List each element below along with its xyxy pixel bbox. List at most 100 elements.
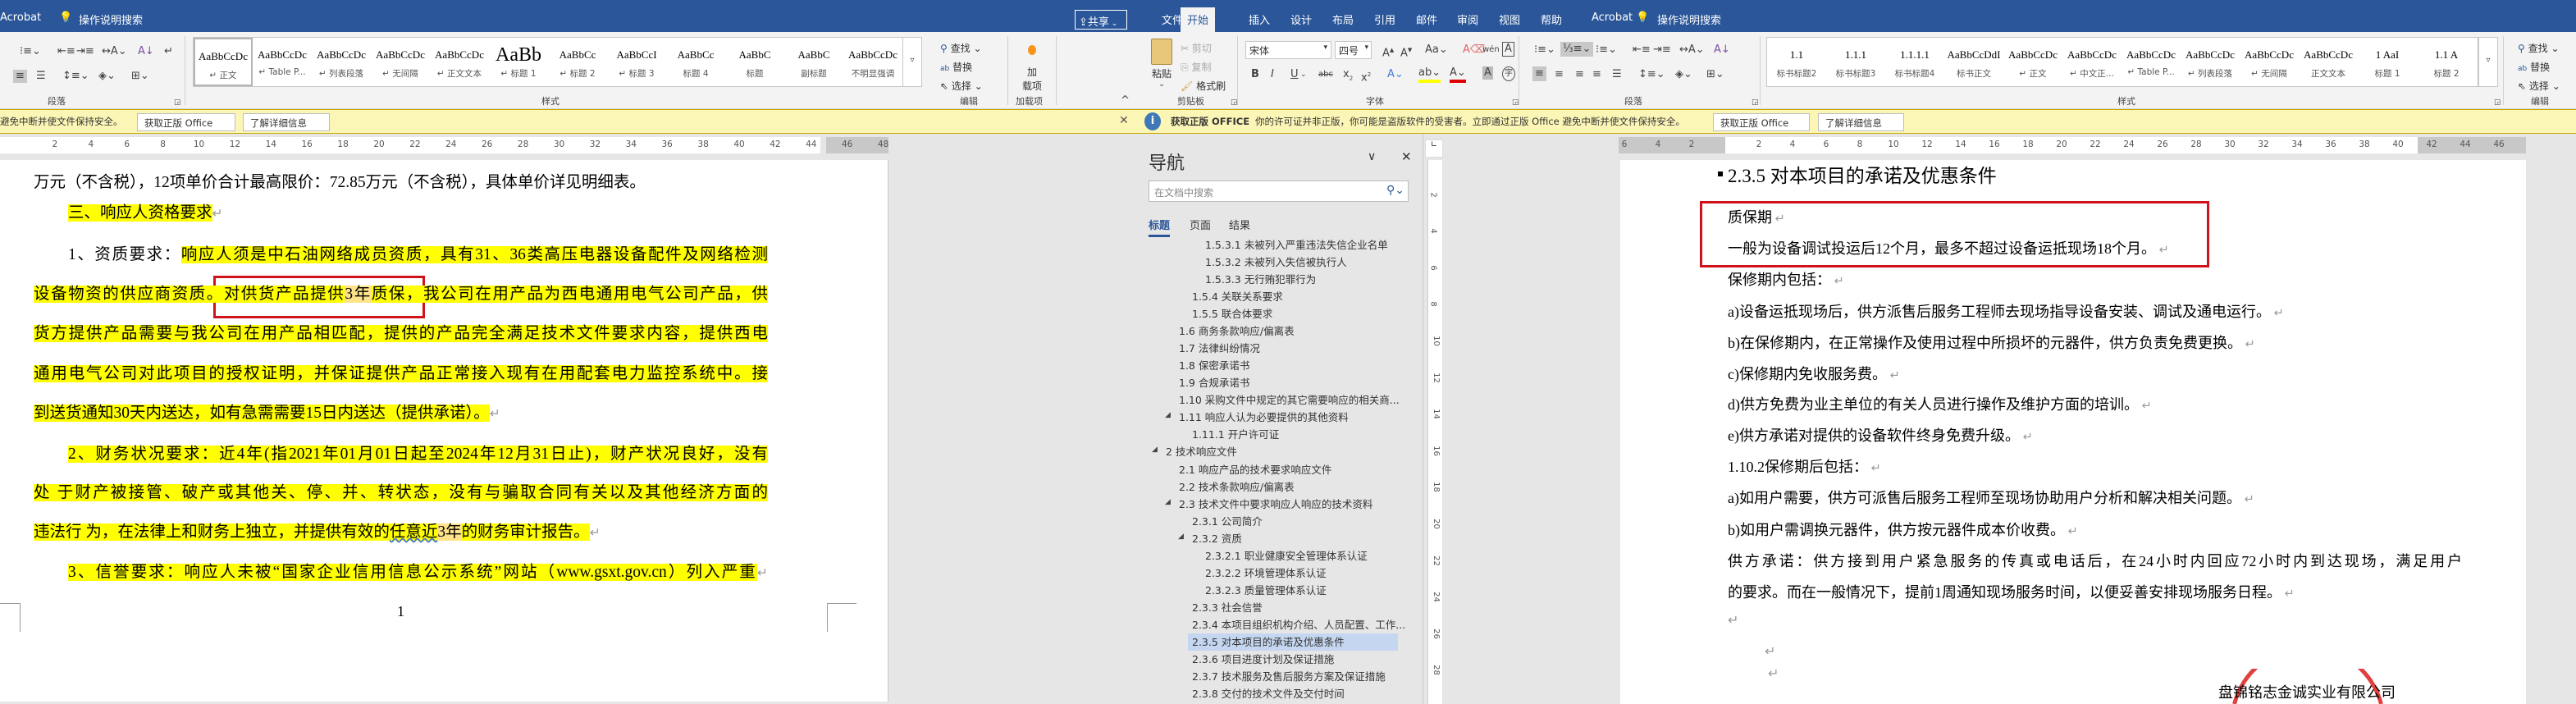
addins-button[interactable]: 加 载项: [1017, 39, 1047, 93]
line-spacing-icon[interactable]: ↕≡⌄: [62, 70, 89, 83]
left-document-page[interactable]: 1 万元（不含税），12项单价合计最高限价：72.85万元（不含税），具体单价详…: [0, 160, 888, 702]
style-item[interactable]: AaBbCcDc ↵ 无间隔: [371, 38, 430, 86]
horizontal-ruler[interactable]: 2 4 6 8 10 12 14 16 18 20 22 24 26 28 30 32 34 36 38 40 42 44…: [0, 135, 888, 155]
pane-options-chevron-icon[interactable]: ∨: [1368, 150, 1376, 163]
nav-heading-item[interactable]: 2.3.2.3 质量管理体系认证: [1205, 583, 1327, 599]
ruler-tab-selector[interactable]: ∟: [1425, 139, 1443, 158]
change-case-icon[interactable]: Aa⌄: [1425, 43, 1448, 57]
nav-tab-0[interactable]: 标题: [1149, 217, 1171, 237]
nav-heading-item[interactable]: 1.10 采购文件中规定的其它需要响应的相关商...: [1179, 392, 1400, 409]
highlight-color-icon[interactable]: ab⌄: [1418, 66, 1441, 83]
nav-heading-item[interactable]: 2 技术响应文件: [1166, 444, 1237, 460]
nav-heading-item[interactable]: 1.11 响应人认为必要提供的其他资料: [1179, 409, 1349, 426]
nav-heading-item[interactable]: 2.2 技术条款响应/偏离表: [1179, 479, 1295, 496]
shrink-font-icon[interactable]: A▼: [1400, 43, 1412, 60]
nav-heading-item[interactable]: 1.11.1 开户许可证: [1192, 427, 1279, 443]
line-spacing-icon[interactable]: ↕≡⌄: [1638, 68, 1665, 81]
style-item[interactable]: AaBbCcDc ↵ 无间隔: [2240, 38, 2299, 86]
grow-font-icon[interactable]: A▲: [1382, 43, 1394, 60]
nav-heading-item[interactable]: 2.1 响应产品的技术要求响应文件: [1179, 462, 1331, 478]
nav-heading-item[interactable]: 2.3.7 技术服务及售后服务方案及保证措施: [1192, 669, 1386, 685]
subscript-icon[interactable]: x2: [1343, 68, 1353, 85]
right-document-page[interactable]: 2.3.5 对本项目的承诺及优惠条件 质保期 ↵ 一般为设备调试投运后12个月，最多…: [1620, 160, 2526, 704]
style-item[interactable]: AaBbCcDc 不明显强调: [843, 38, 902, 86]
tab-9[interactable]: 帮助: [1541, 11, 1562, 27]
nav-heading-item[interactable]: 2.3.4 本项目组织机构介绍、人员配置、工作...: [1192, 617, 1405, 633]
nav-heading-item[interactable]: 2.3.2.2 环境管理体系认证: [1205, 565, 1327, 582]
shading-icon[interactable]: ◈⌄: [1675, 68, 1692, 81]
tab-6[interactable]: 邮件: [1416, 11, 1437, 27]
enclose-character-icon[interactable]: 字: [1502, 66, 1515, 81]
tab-8[interactable]: 视图: [1499, 11, 1520, 27]
tab-10[interactable]: Acrobat: [1592, 11, 1633, 24]
increase-indent-icon[interactable]: ⇥≡: [76, 45, 94, 58]
style-item[interactable]: 1.1 A 标题 2: [2417, 38, 2476, 86]
character-border-icon[interactable]: A: [1502, 42, 1514, 57]
nav-heading-item[interactable]: 1.5.3.1 未被列入严重违法失信企业名单: [1205, 237, 1388, 254]
expand-triangle-icon[interactable]: ◢: [1165, 498, 1171, 506]
gallery-more-button[interactable]: ▿: [902, 37, 922, 87]
nav-heading-item[interactable]: 1.5.3.3 无行贿犯罪行为: [1205, 272, 1316, 288]
align-left-icon[interactable]: ≡: [1532, 66, 1546, 81]
style-item[interactable]: 1.1.1.1 标书标题4: [1885, 38, 1944, 86]
nav-heading-item[interactable]: 1.9 合规承诺书: [1179, 375, 1249, 391]
style-item[interactable]: AaBbC 副标题: [784, 38, 843, 86]
borders-icon[interactable]: ⊞⌄: [131, 70, 149, 83]
borders-icon[interactable]: ⊞⌄: [1706, 68, 1724, 81]
nav-heading-item[interactable]: 1.7 法律纠纷情况: [1179, 341, 1260, 357]
distributed-icon[interactable]: ☰: [36, 70, 46, 83]
underline-icon[interactable]: U: [1290, 68, 1299, 81]
style-item[interactable]: AaBbCcDc ↵ 中文正...: [2062, 38, 2122, 86]
superscript-icon[interactable]: x2: [1361, 68, 1371, 85]
style-item[interactable]: AaBbCcDc ↵ Table P...: [253, 38, 312, 86]
nav-tab-1[interactable]: 页面: [1190, 217, 1211, 235]
text-direction-icon[interactable]: ↔A⌄: [1679, 43, 1705, 57]
close-pane-icon[interactable]: ✕: [1401, 149, 1412, 164]
align-center-icon[interactable]: ≡: [1555, 68, 1564, 81]
tab-acrobat[interactable]: Acrobat: [0, 11, 41, 24]
nav-heading-item[interactable]: 2.3.5 对本项目的承诺及优惠条件: [1192, 634, 1345, 651]
decrease-indent-icon[interactable]: ⇤≡: [1633, 43, 1651, 57]
style-item[interactable]: AaBbCcDdI 标书正文: [1944, 38, 2003, 86]
nav-heading-item[interactable]: 1.5.5 联合体要求: [1192, 306, 1272, 322]
nav-tab-2[interactable]: 结果: [1229, 217, 1250, 235]
close-icon[interactable]: ✕: [1119, 114, 1129, 127]
nav-heading-item[interactable]: 2.3.3 社会信誉: [1192, 600, 1263, 616]
style-item[interactable]: AaBbCcDc 正文文本: [2299, 38, 2358, 86]
navigation-search-input[interactable]: 在文档中搜索 ⚲⌄: [1149, 181, 1409, 202]
style-item[interactable]: AaBbCc ↵ 标题 2: [548, 38, 607, 86]
style-item[interactable]: 1.1 标书标题2: [1767, 38, 1826, 86]
numbering-icon[interactable]: ⅓≡⌄: [1560, 42, 1594, 57]
learn-more-button[interactable]: 了解详细信息: [243, 113, 330, 131]
text-direction-icon[interactable]: ↔A⌄: [102, 45, 127, 58]
tab-3[interactable]: 设计: [1290, 11, 1312, 27]
tab-1[interactable]: 开始: [1181, 7, 1216, 32]
style-item[interactable]: AaBbCcDc ↵ 正文: [2003, 38, 2062, 86]
dialog-launcher-icon[interactable]: ◲: [1752, 96, 1759, 109]
style-item[interactable]: 1.1.1 标书标题3: [1826, 38, 1885, 86]
select-button[interactable]: ⇖ 选择 ⌄: [940, 80, 983, 93]
phonetic-guide-icon[interactable]: wén: [1482, 43, 1500, 57]
gallery-more-button[interactable]: ▿: [2478, 37, 2498, 87]
shading-icon[interactable]: ◈⌄: [98, 70, 116, 83]
strikethrough-icon[interactable]: abc: [1318, 68, 1333, 81]
replace-button[interactable]: ab 替换: [940, 61, 972, 75]
style-item[interactable]: AaBbCcDc ↵ 列表段落: [2181, 38, 2240, 86]
justify-icon[interactable]: ≡: [1592, 68, 1601, 81]
nav-heading-item[interactable]: 2.3.8 交付的技术文件及交付时间: [1192, 686, 1345, 702]
nav-heading-item[interactable]: 1.5.3.2 未被列入失信被执行人: [1205, 254, 1347, 271]
learn-more-button[interactable]: 了解详细信息: [1818, 113, 1904, 131]
style-item[interactable]: 1 AaI 标题 1: [2358, 38, 2417, 86]
nav-heading-item[interactable]: 2.3 技术文件中要求响应人响应的技术资料: [1179, 496, 1372, 513]
style-item[interactable]: AaBbCcI ↵ 标题 3: [607, 38, 666, 86]
cut-button[interactable]: ✂ 剪切: [1181, 42, 1212, 55]
dialog-launcher-icon[interactable]: ◲: [174, 96, 181, 109]
show-marks-icon[interactable]: ↵: [164, 45, 173, 58]
bullets-icon[interactable]: ⁝≡⌄: [1534, 43, 1555, 57]
style-item[interactable]: AaBbC 标题: [725, 38, 784, 86]
multilevel-list-icon[interactable]: ⁝≡⌄: [20, 45, 41, 58]
get-office-button[interactable]: 获取正版 Office: [1713, 113, 1810, 131]
font-size-select[interactable]: 四号 ▾: [1335, 41, 1372, 59]
increase-indent-icon[interactable]: ⇥≡: [1653, 43, 1671, 57]
dialog-launcher-icon[interactable]: ◲: [1231, 96, 1238, 109]
